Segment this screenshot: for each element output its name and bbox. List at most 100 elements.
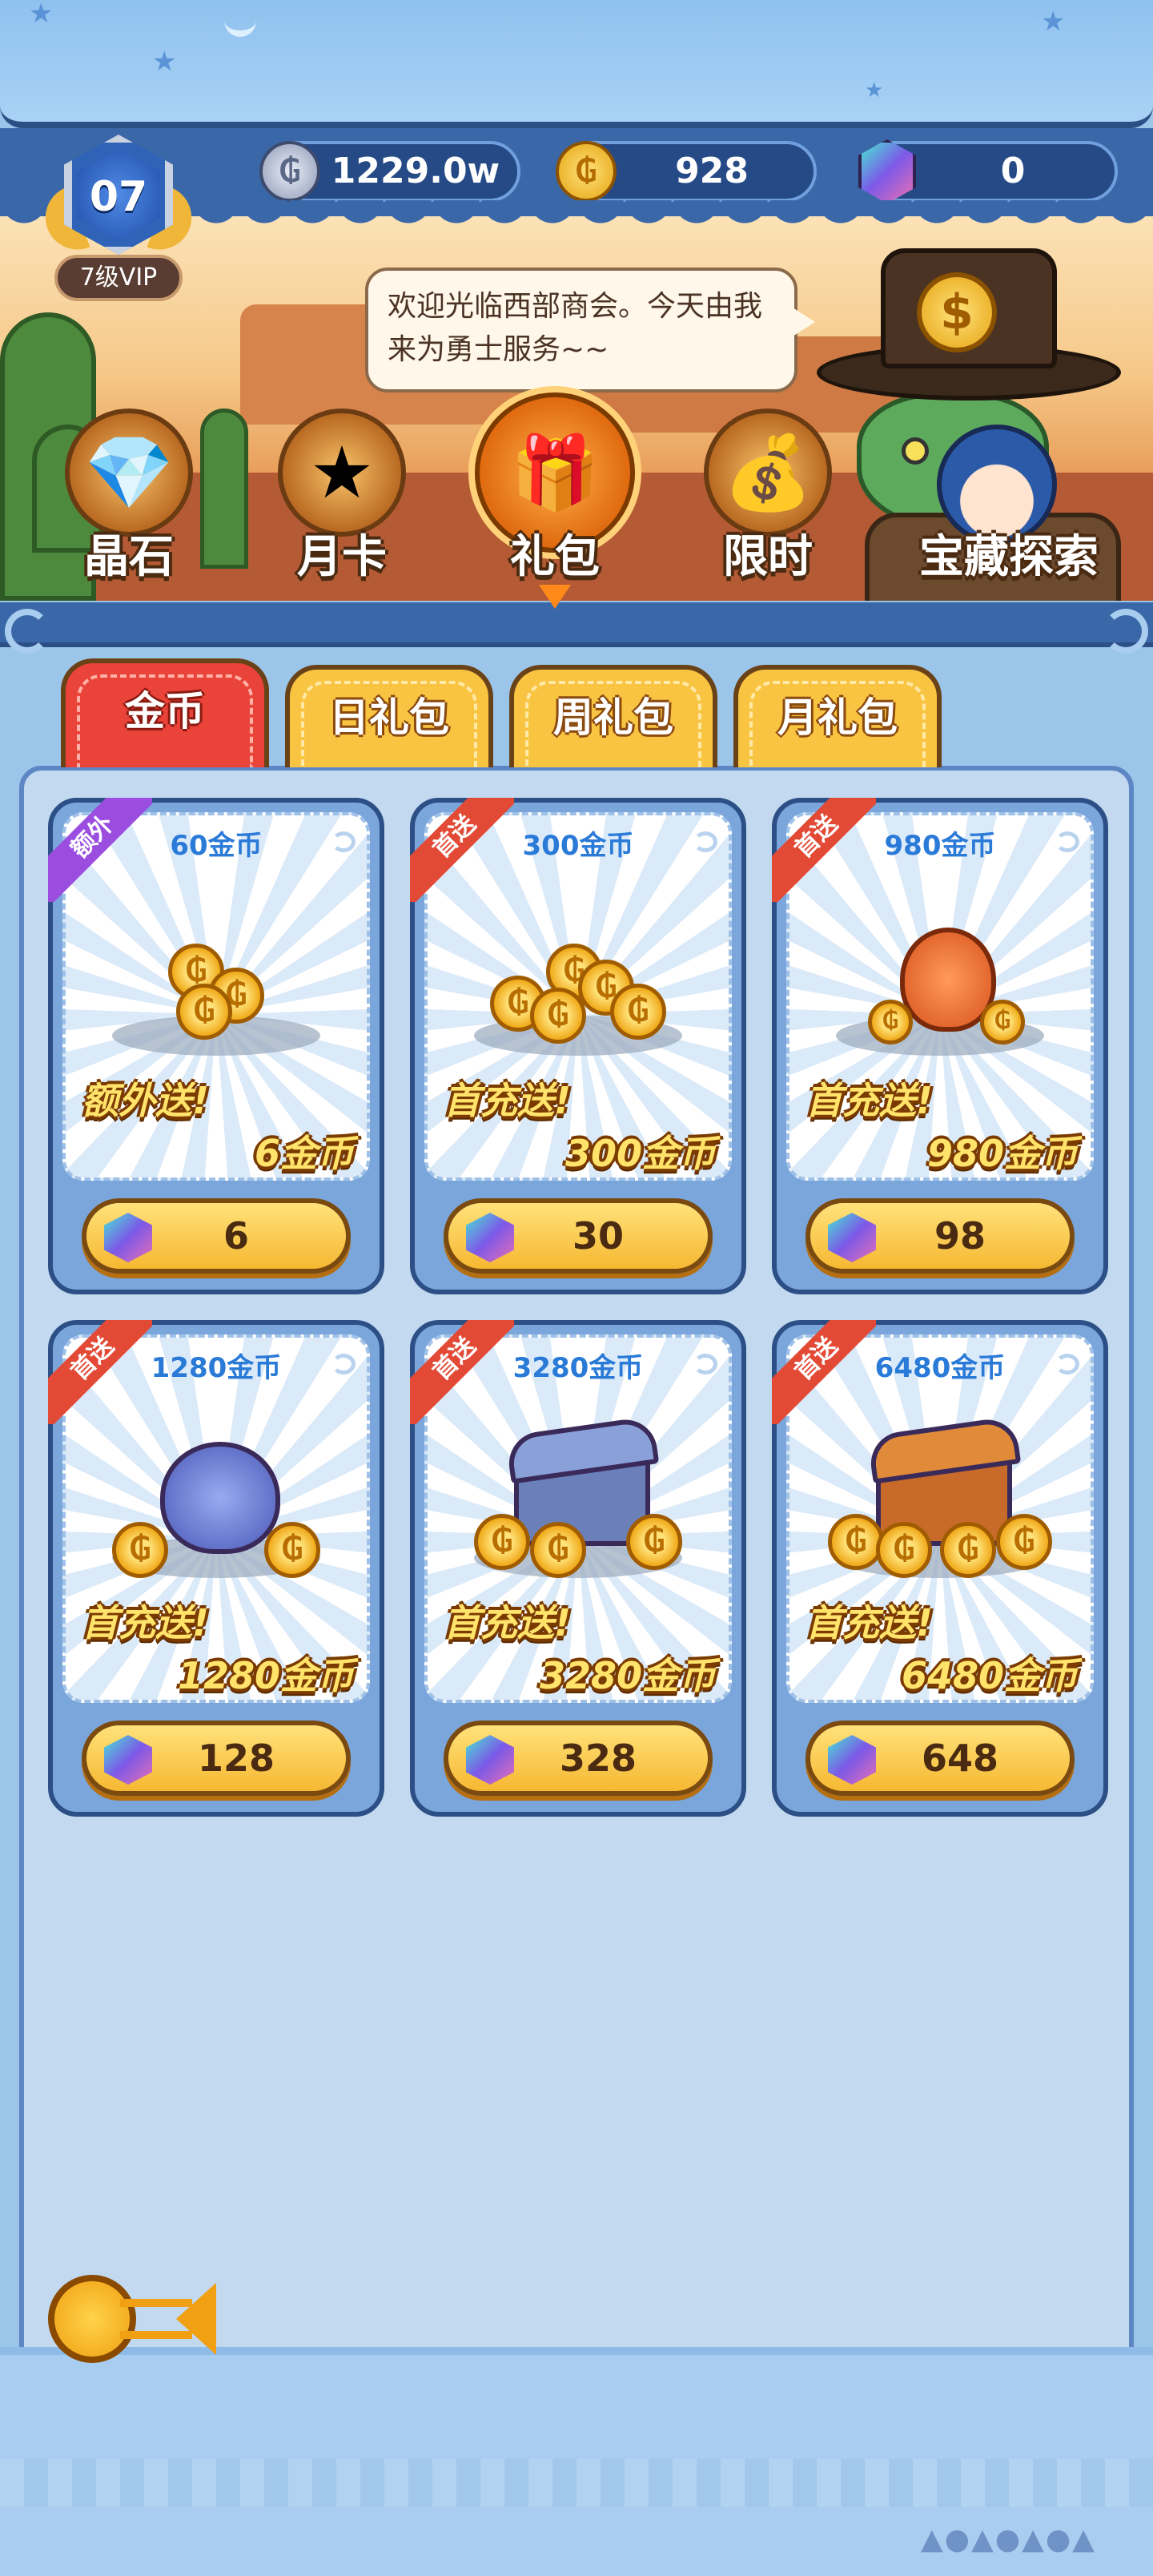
coin-icon: ₲ [474, 1514, 530, 1570]
promo-bonus: 300金币 [564, 1132, 716, 1175]
gold-coin-icon: ₲ [556, 141, 617, 202]
ribbon-label: 首送 [48, 1320, 152, 1424]
promo-bonus: 1280金币 [177, 1654, 354, 1697]
coin-icon: ₲ [868, 1000, 913, 1044]
ribbon-label: 首送 [772, 798, 876, 902]
promo-text: 首充送! 6480金币 [805, 1594, 1078, 1700]
moon-icon [224, 0, 256, 37]
coin-bag-illustration: ₲ ₲ [820, 912, 1060, 1056]
category-monthly-card[interactable]: ★ 月卡 [250, 409, 434, 601]
promo-headline: 额外送! [82, 1079, 209, 1122]
silver-currency-pill[interactable]: ₲ 1229.0w [259, 141, 520, 202]
coin-icon: ₲ [530, 1522, 586, 1578]
section-frame-bar [0, 602, 1153, 654]
promo-headline: 首充送! [805, 1079, 933, 1122]
tab-weekly-pack[interactable]: 周礼包 [509, 665, 717, 767]
refresh-icon [1055, 831, 1079, 852]
category-label: 礼包 [510, 531, 600, 583]
category-label: 晶石 [84, 531, 174, 583]
tab-label: 月礼包 [777, 694, 898, 741]
product-card[interactable]: 980金币 ₲ ₲ 首充送! 980金币 首送 98 [772, 798, 1108, 1294]
coin-icon: ₲ [876, 1522, 932, 1578]
money-bag-icon [160, 1442, 280, 1554]
buy-button[interactable]: 328 [444, 1721, 713, 1796]
category-treasure-explore[interactable]: 宝藏探索 [889, 409, 1129, 601]
corner-ribbon: 额外 [48, 798, 152, 902]
buy-button[interactable]: 6 [82, 1198, 351, 1274]
fish-bone-back-button[interactable] [48, 2267, 216, 2371]
tab-daily-pack[interactable]: 日礼包 [285, 665, 493, 767]
price-value: 30 [572, 1214, 624, 1258]
tab-label: 金币 [125, 688, 205, 735]
dollar-coin-icon: $ [917, 272, 997, 352]
coin-icon: ₲ [980, 1000, 1025, 1044]
silver-coin-icon: ₲ [259, 141, 320, 202]
coin-icon: ₲ [828, 1514, 884, 1570]
promo-text: 首充送! 1280金币 [82, 1594, 354, 1700]
corner-ribbon: 首送 [48, 1320, 152, 1424]
category-limited-time[interactable]: 💰 限时 [676, 409, 860, 601]
product-card[interactable]: 1280金币 ₲ ₲ 首充送! 1280金币 首送 128 [48, 1320, 384, 1817]
footer-pattern [0, 2459, 1153, 2507]
star-icon: ★ [865, 78, 884, 103]
fish-bone-icon [176, 2283, 216, 2355]
coin-icon: ₲ [530, 988, 586, 1044]
promo-headline: 首充送! [805, 1601, 933, 1644]
tab-label: 周礼包 [553, 694, 673, 741]
coin-sack-illustration: ₲ ₲ [96, 1434, 336, 1578]
category-label: 限时 [723, 531, 813, 583]
silver-amount: 1229.0w [331, 151, 500, 191]
coin-pile-illustration: ₲ ₲ ₲ ₲ ₲ [458, 912, 698, 1056]
price-value: 648 [921, 1737, 999, 1780]
product-card[interactable]: 6480金币 ₲ ₲ ₲ ₲ 首充送! 6480金币 首送 648 [772, 1320, 1108, 1817]
buy-button[interactable]: 648 [805, 1721, 1075, 1796]
promo-headline: 首充送! [444, 1601, 571, 1644]
refresh-icon [331, 1354, 356, 1375]
vip-level-number: 07 [89, 173, 148, 221]
gem-amount: 0 [1000, 151, 1026, 191]
buy-button[interactable]: 30 [444, 1198, 713, 1274]
product-card[interactable]: 60金币 ₲ ₲ ₲ 额外送! 6金币 额外 6 [48, 798, 384, 1294]
ribbon-label: 首送 [410, 1320, 514, 1424]
buy-button[interactable]: 98 [805, 1198, 1075, 1274]
coin-icon: ₲ [626, 1514, 682, 1570]
star-icon: ★ [1041, 6, 1066, 38]
price-value: 98 [934, 1214, 986, 1258]
category-gift-pack[interactable]: 🎁 礼包 [463, 392, 647, 609]
tab-label: 日礼包 [329, 694, 449, 741]
category-label: 月卡 [297, 531, 387, 583]
product-grid-panel: 60金币 ₲ ₲ ₲ 额外送! 6金币 额外 6 300金币 ₲ ₲ ₲ ₲ ₲… [19, 766, 1134, 2352]
promo-text: 首充送! 3280金币 [444, 1594, 716, 1700]
ribbon-label: 额外 [48, 798, 152, 902]
refresh-icon [693, 831, 717, 852]
coin-icon: ₲ [264, 1522, 320, 1578]
category-crystal[interactable]: 💎 晶石 [37, 409, 221, 601]
coin-icon: ₲ [996, 1514, 1052, 1570]
coin-icon: ₲ [610, 984, 666, 1040]
tab-monthly-pack[interactable]: 月礼包 [733, 665, 942, 767]
corner-ribbon: 首送 [772, 798, 876, 902]
product-card[interactable]: 3280金币 ₲ ₲ ₲ 首充送! 3280金币 首送 328 [410, 1320, 746, 1817]
buy-button[interactable]: 128 [82, 1721, 351, 1796]
star-icon: ★ [29, 0, 54, 30]
gold-currency-pill[interactable]: ₲ 928 [556, 141, 817, 202]
star-icon: ★ [152, 46, 177, 78]
monthly-card-icon: ★ [278, 409, 406, 537]
top-sky-header: ★ ★ ★ ★ [0, 0, 1153, 128]
promo-text: 首充送! 980金币 [805, 1072, 1078, 1177]
gem-currency-pill[interactable]: 0 [858, 139, 1118, 203]
vip-badge[interactable]: 07 7级VIP [36, 135, 201, 303]
price-value: 328 [559, 1737, 637, 1780]
promo-bonus: 6480金币 [901, 1654, 1078, 1697]
category-label: 宝藏探索 [919, 531, 1099, 583]
coin-icon: ₲ [176, 984, 232, 1040]
promo-headline: 首充送! [82, 1601, 209, 1644]
product-card[interactable]: 300金币 ₲ ₲ ₲ ₲ ₲ 首充送! 300金币 首送 30 [410, 798, 746, 1294]
npc-speech-bubble: 欢迎光临西部商会。今天由我来为勇士服务~~ [365, 268, 815, 392]
promo-text: 额外送! 6金币 [82, 1072, 354, 1177]
refresh-icon [1055, 1354, 1079, 1375]
corner-ribbon: 首送 [410, 1320, 514, 1424]
tab-gold-coins[interactable]: 金币 [61, 658, 269, 767]
gold-amount: 928 [675, 151, 749, 191]
coin-icon: ₲ [112, 1522, 168, 1578]
